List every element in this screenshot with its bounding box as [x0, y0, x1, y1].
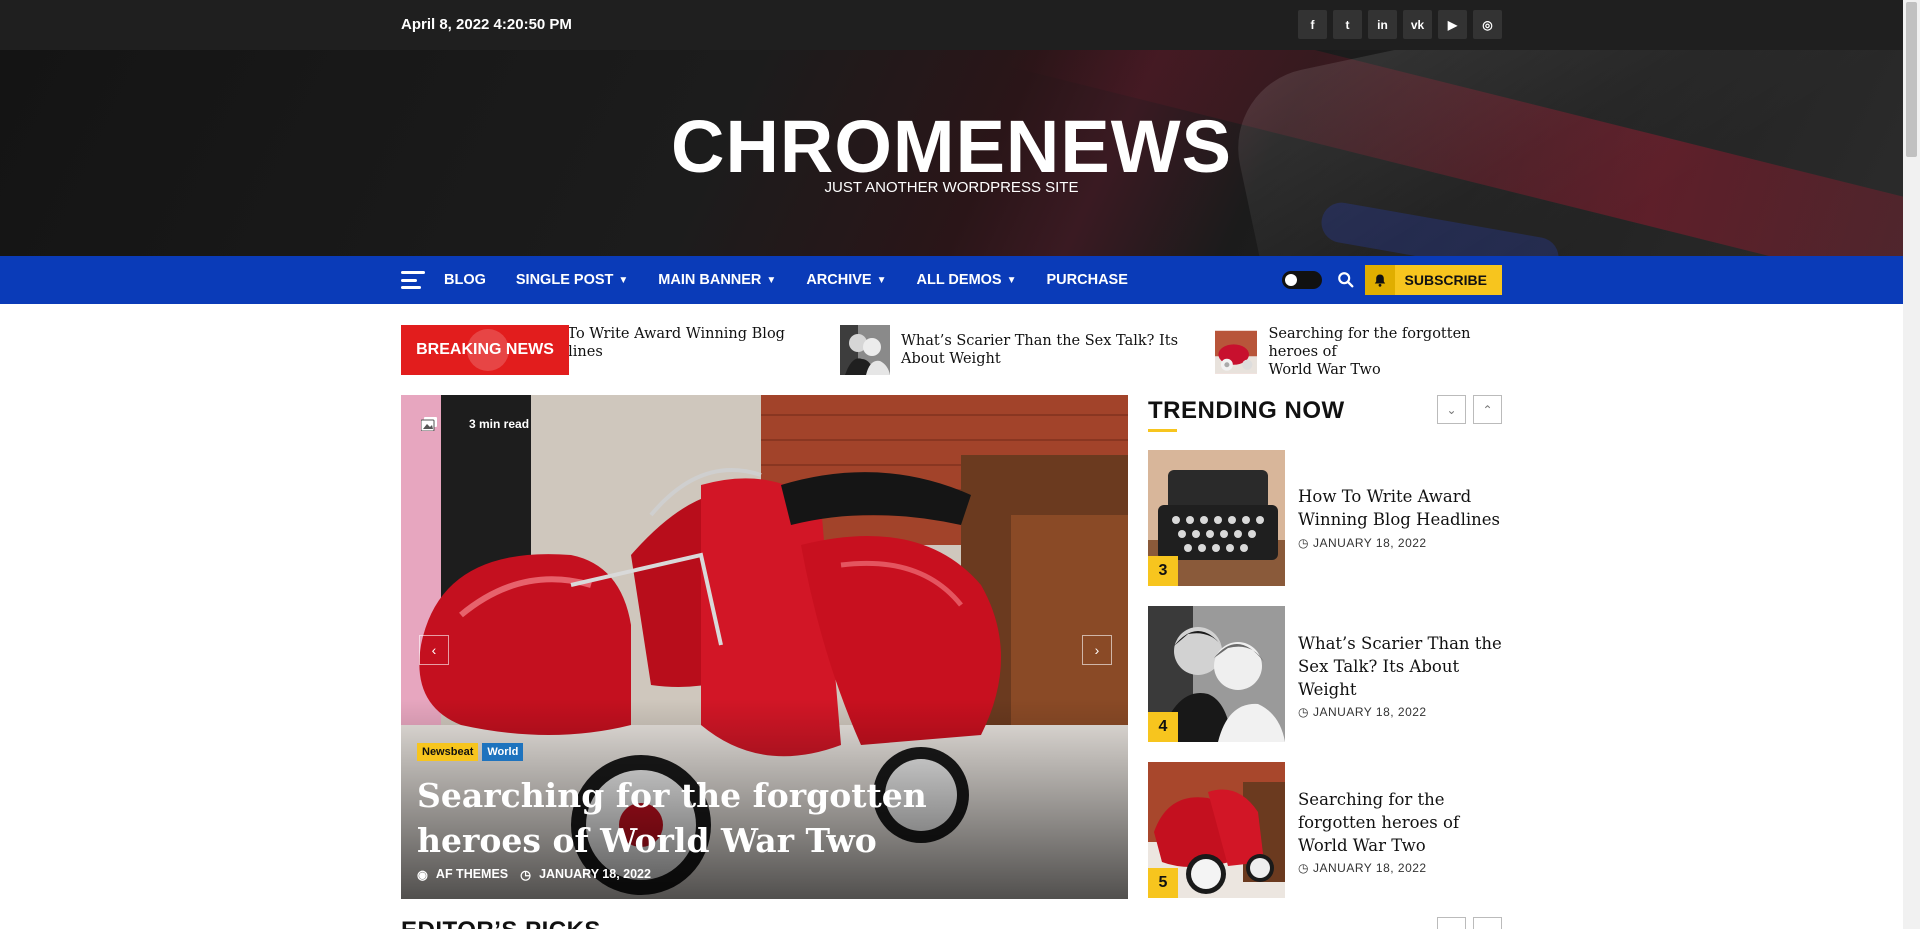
trending-title[interactable]: What’s Scarier Than the Sex Talk? Its Ab…	[1298, 632, 1502, 701]
trending-rank: 5	[1148, 868, 1178, 898]
read-time: 3 min read	[469, 417, 530, 431]
main-nav: BLOG SINGLE POST ▼ MAIN BANNER ▼ ARCHIVE ▼ …	[0, 256, 1903, 304]
masthead: CHROMENEWS JUST ANOTHER WORDPRESS SITE	[0, 50, 1903, 256]
slider-prev-button[interactable]: ‹	[419, 635, 449, 665]
post-date: JANUARY 18, 2022	[539, 867, 651, 881]
trending-down-button[interactable]: ⌄	[1437, 395, 1466, 424]
nav-item-blog[interactable]: BLOG	[444, 272, 486, 288]
trending-controls: ⌄ ⌃	[1437, 395, 1502, 424]
vk-icon[interactable]: vk	[1403, 10, 1432, 39]
trending-rank: 4	[1148, 712, 1178, 742]
social-links: f t in vk ▶ ◎	[1298, 10, 1502, 39]
ticker-item[interactable]: Searching for the forgotten heroes of Wor…	[1215, 325, 1502, 378]
trending-widget: TRENDING NOW ⌄ ⌃ 3 How To Write Award Wi…	[1148, 395, 1502, 898]
site-title[interactable]: CHROMENEWS	[0, 104, 1903, 189]
sun-icon	[1284, 274, 1297, 286]
nav-item-archive[interactable]: ARCHIVE ▼	[806, 272, 886, 288]
editors-prev-button[interactable]	[1437, 917, 1466, 929]
chevron-down-icon: ▼	[766, 274, 777, 286]
category-tags: Newsbeat World	[417, 743, 524, 761]
page-scrollbar[interactable]	[1903, 0, 1920, 929]
featured-slider[interactable]: 3 min read ‹ › Newsbeat World Searching …	[401, 395, 1128, 899]
tag-newsbeat[interactable]: Newsbeat	[417, 743, 479, 761]
editors-picks-heading: EDITOR’S PICKS	[401, 917, 601, 929]
breaking-news-label: BREAKING NEWS	[401, 325, 569, 375]
featured-title[interactable]: Searching for the forgotten heroes of Wo…	[417, 773, 1057, 863]
linkedin-icon[interactable]: in	[1368, 10, 1397, 39]
clock-icon: ◷	[1298, 861, 1309, 875]
bell-icon	[1364, 265, 1395, 295]
trending-rank: 3	[1148, 556, 1178, 586]
clock-icon: ◷	[520, 868, 532, 882]
trending-date: JANUARY 18, 2022	[1312, 861, 1427, 875]
chevron-down-icon: ⌄	[1446, 402, 1457, 417]
breaking-news-ticker: How To Write Award Winning BlogHeadlines…	[569, 322, 1502, 378]
trending-title[interactable]: How To Write Award Winning Blog Headline…	[1298, 485, 1502, 531]
editors-next-button[interactable]	[1473, 917, 1502, 929]
youtube-icon[interactable]: ▶	[1438, 10, 1467, 39]
trending-item[interactable]: 5 Searching for the forgotten heroes of …	[1148, 762, 1502, 898]
trending-title[interactable]: Searching for the forgotten heroes of Wo…	[1298, 788, 1502, 857]
search-icon[interactable]	[1337, 271, 1355, 289]
twitter-icon[interactable]: t	[1333, 10, 1362, 39]
clock-icon: ◷	[1298, 536, 1309, 550]
header-datetime: April 8, 2022 4:20:50 PM	[401, 16, 572, 33]
dark-mode-toggle[interactable]	[1281, 271, 1322, 289]
subscribe-button[interactable]: SUBSCRIBE	[1364, 265, 1502, 295]
chevron-down-icon: ▼	[618, 274, 629, 286]
subscribe-label: SUBSCRIBE	[1404, 272, 1487, 288]
slider-next-button[interactable]: ›	[1082, 635, 1112, 665]
chevron-down-icon: ▼	[1006, 274, 1017, 286]
trending-item[interactable]: 4 What’s Scarier Than the Sex Talk? Its …	[1148, 606, 1502, 742]
facebook-icon[interactable]: f	[1298, 10, 1327, 39]
chevron-down-icon: ▼	[876, 274, 887, 286]
ticker-item[interactable]: How To Write Award Winning BlogHeadlines	[569, 325, 785, 361]
ticker-thumbnail	[840, 325, 890, 375]
trending-up-button[interactable]: ⌃	[1473, 395, 1502, 424]
chevron-right-icon: ›	[1094, 642, 1100, 658]
trending-date: JANUARY 18, 2022	[1312, 705, 1427, 719]
nav-item-single-post[interactable]: SINGLE POST ▼	[516, 272, 628, 288]
gallery-icon	[421, 417, 437, 431]
chevron-left-icon: ‹	[431, 642, 437, 658]
author-icon: ◉	[417, 868, 428, 882]
trending-item[interactable]: 3 How To Write Award Winning Blog Headli…	[1148, 450, 1502, 586]
nav-item-purchase[interactable]: PURCHASE	[1047, 272, 1128, 288]
ticker-item[interactable]: What’s Scarier Than the Sex Talk? Its Abo…	[840, 325, 1178, 375]
nav-item-main-banner[interactable]: MAIN BANNER ▼	[658, 272, 776, 288]
instagram-icon[interactable]: ◎	[1473, 10, 1502, 39]
nav-item-all-demos[interactable]: ALL DEMOS ▼	[916, 272, 1016, 288]
site-tagline: JUST ANOTHER WORDPRESS SITE	[824, 179, 1079, 196]
chevron-up-icon: ⌃	[1482, 402, 1493, 417]
trending-date: JANUARY 18, 2022	[1312, 536, 1427, 550]
tag-world[interactable]: World	[482, 743, 524, 761]
featured-meta: ◉ AF THEMES ◷ JANUARY 18, 2022	[417, 867, 651, 882]
top-bar: April 8, 2022 4:20:50 PM f t in vk ▶ ◎	[0, 0, 1903, 50]
scrollbar-thumb[interactable]	[1906, 2, 1917, 157]
editors-controls	[1437, 917, 1502, 929]
menu-icon[interactable]	[401, 271, 425, 289]
ticker-thumbnail	[1215, 330, 1258, 374]
author-name[interactable]: AF THEMES	[436, 867, 508, 882]
clock-icon: ◷	[1298, 705, 1309, 719]
